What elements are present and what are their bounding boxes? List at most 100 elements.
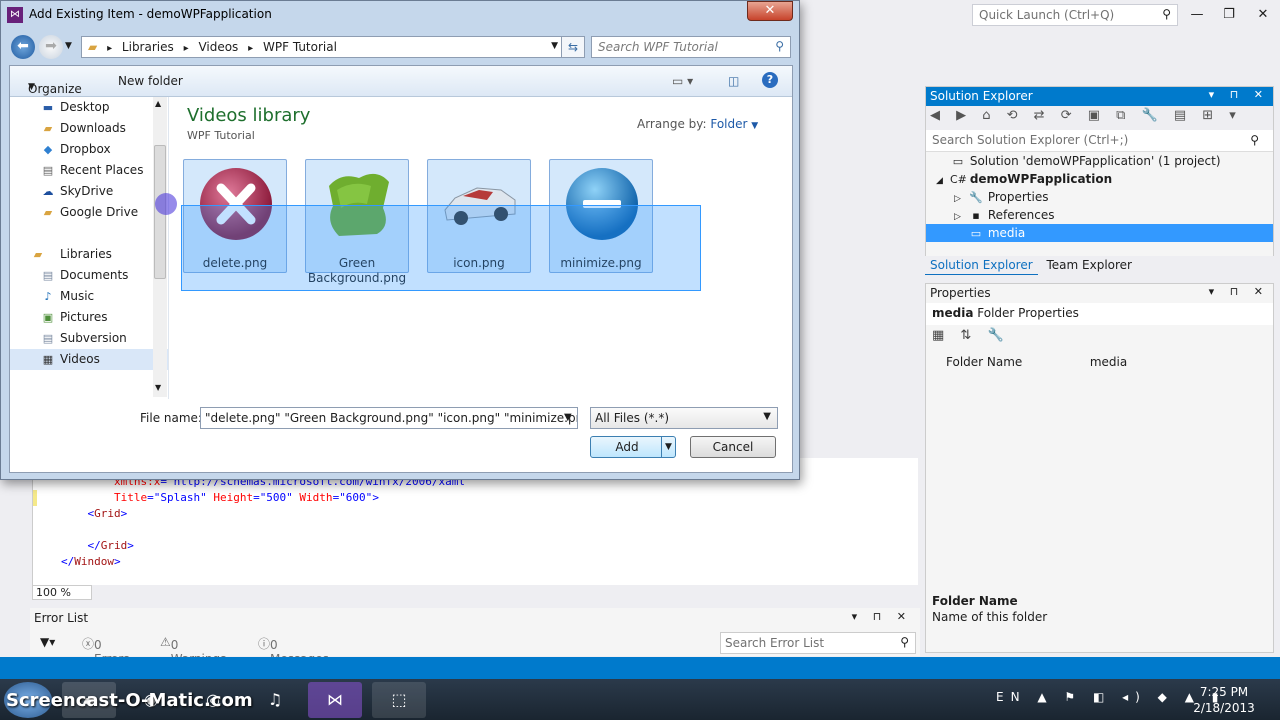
error-list-search[interactable]: Search Error List ⚲ [720, 632, 916, 654]
breadcrumb-videos[interactable]: Videos [198, 40, 238, 54]
file-type-filter[interactable]: All Files (*.*) ▼ [590, 407, 778, 429]
errors-filter-button[interactable]: ⓧ 0 Errors [82, 635, 130, 666]
dialog-search-input[interactable]: Search WPF Tutorial ⚲ [591, 36, 791, 58]
solution-tree-item[interactable]: ▷ 🔧 Properties [926, 188, 1273, 206]
address-bar[interactable]: ▰ ▸ Libraries ▸ Videos ▸ WPF Tutorial ▼ [81, 36, 565, 58]
warnings-filter-button[interactable]: ⚠ 0 Warnings [160, 635, 226, 666]
solution-tree-item[interactable]: ▭ media [926, 224, 1273, 242]
forward-button[interactable]: ➡ [39, 35, 63, 59]
code-line[interactable] [33, 522, 918, 538]
breadcrumb-libraries[interactable]: Libraries [122, 40, 174, 54]
breadcrumb-wpf-tutorial[interactable]: WPF Tutorial [263, 40, 337, 54]
panel-pin-close-buttons[interactable]: ▾ ⊓ ✕ [852, 610, 912, 623]
scroll-up-icon[interactable]: ▲ [155, 99, 161, 108]
zoom-selector[interactable]: 100 % [32, 585, 92, 600]
chevron-down-icon[interactable]: ▼ [564, 412, 572, 423]
google-drive-icon: ▰ [43, 206, 53, 219]
code-token: > [127, 539, 134, 552]
downloads-icon: ▰ [43, 122, 53, 135]
solution-tree-item[interactable]: ◢ C# demoWPFapplication [926, 170, 1273, 188]
recent-locations-dropdown[interactable]: ▼ [65, 41, 72, 51]
chevron-down-icon[interactable]: ▼ [551, 41, 558, 51]
code-token: </ [61, 555, 75, 568]
navigation-scrollbar[interactable]: ▲ ▼ [153, 97, 167, 397]
dialog-title: Add Existing Item - demoWPFapplication [29, 7, 272, 21]
nav-item-dropbox[interactable]: ◆ Dropbox [10, 139, 168, 160]
nav-item-desktop[interactable]: ▬ Desktop [10, 97, 168, 118]
solution-explorer-search[interactable]: Search Solution Explorer (Ctrl+;) ⚲ [926, 130, 1273, 152]
solution-tree-item[interactable]: ▷ ▪ References [926, 206, 1273, 224]
view-options-icon[interactable]: ▭ ▾ [672, 74, 693, 88]
nav-item-subversion[interactable]: ▤ Subversion [10, 328, 168, 349]
code-line[interactable]: <Grid> [33, 506, 918, 522]
property-value: media [1089, 355, 1128, 369]
panel-pin-close-buttons[interactable]: ▾ ⊓ ✕ [1209, 285, 1269, 298]
nav-item-label: Libraries [60, 247, 112, 261]
screencast-taskbar-icon[interactable]: ⬚ [372, 682, 426, 718]
tree-item-label: Properties [987, 190, 1049, 204]
refresh-button[interactable]: ⇆ [561, 36, 585, 58]
organize-label: Organize [28, 82, 82, 96]
preview-pane-icon[interactable]: ◫ [728, 74, 739, 88]
properties-object-selector[interactable]: media Folder Properties [926, 303, 1273, 325]
visual-studio-taskbar-icon[interactable]: ⋈ [308, 682, 362, 718]
back-button[interactable]: ⬅ [11, 35, 35, 59]
solution-explorer-toolbar[interactable]: ◀ ▶ ⌂ ⟲ ⇄ ⟳ ▣ ⧉ 🔧 ▤ ⊞ ▾ [926, 106, 1273, 130]
nav-item-libraries[interactable]: ▰ Libraries [10, 244, 168, 265]
nav-item-google-drive[interactable]: ▰ Google Drive [10, 202, 168, 223]
arrange-by-dropdown[interactable]: Folder ▼ [710, 117, 758, 131]
chevron-down-icon: ▼ [28, 82, 35, 92]
libraries-icon: ▰ [33, 248, 43, 261]
solution-search-placeholder: Search Solution Explorer (Ctrl+;) [932, 133, 1129, 147]
cancel-button[interactable]: Cancel [690, 436, 776, 458]
properties-toolbar[interactable]: ▦ ⇅ 🔧 [926, 325, 1273, 351]
file-name-input[interactable]: "delete.png" "Green Background.png" "ico… [200, 407, 578, 429]
quick-launch-input[interactable]: Quick Launch (Ctrl+Q) ⚲ [972, 4, 1178, 26]
system-clock[interactable]: 7:25 PM 2/18/2013 [1176, 684, 1272, 716]
code-line[interactable]: Title="Splash" Height="500" Width="600"> [33, 490, 918, 506]
file-list-area[interactable]: Videos library WPF Tutorial Arrange by: … [168, 97, 792, 399]
clock-date: 2/18/2013 [1193, 701, 1255, 715]
nav-item-pictures[interactable]: ▣ Pictures [10, 307, 168, 328]
scroll-down-icon[interactable]: ▼ [155, 383, 161, 392]
file-name-label: File name: [140, 411, 202, 425]
nav-item-label: Pictures [60, 310, 108, 324]
code-line[interactable]: </Grid> [33, 538, 918, 554]
messages-filter-button[interactable]: ⓘ 0 Messages [258, 635, 329, 666]
code-line[interactable]: </Window> [33, 554, 918, 570]
arrange-by-label: Arrange by: [637, 117, 707, 131]
add-options-dropdown[interactable]: ▼ [661, 437, 675, 457]
solution-tree-item[interactable]: ▭ Solution 'demoWPFapplication' (1 proje… [926, 152, 1273, 170]
nav-item-skydrive[interactable]: ☁ SkyDrive [10, 181, 168, 202]
add-button[interactable]: Add ▼ [590, 436, 676, 458]
help-icon[interactable]: ? [762, 72, 778, 88]
nav-item-recent-places[interactable]: ▤ Recent Places [10, 160, 168, 181]
new-folder-button[interactable]: New folder [118, 74, 183, 88]
itunes-taskbar-icon[interactable]: ♫ [248, 682, 302, 718]
code-token: Title [61, 491, 148, 504]
nav-item-downloads[interactable]: ▰ Downloads [10, 118, 168, 139]
nav-item-music[interactable]: ♪ Music [10, 286, 168, 307]
solution-explorer-tabs: Solution Explorer Team Explorer [925, 256, 1274, 278]
nav-item-videos[interactable]: ▦ Videos [10, 349, 168, 370]
dialog-close-button[interactable]: ✕ [747, 1, 793, 21]
vs-status-bar [0, 657, 1280, 679]
tab-team-explorer[interactable]: Team Explorer [1042, 256, 1138, 274]
add-existing-item-dialog: ⋈ Add Existing Item - demoWPFapplication… [0, 0, 800, 480]
error-list-title-bar: Error List ▾ ⊓ ✕ [30, 608, 920, 628]
dropbox-icon: ◆ [43, 143, 53, 156]
solution-explorer-title: Solution Explorer [930, 89, 1033, 103]
minimize-window-button[interactable]: — [1182, 4, 1212, 26]
close-window-button[interactable]: ✕ [1248, 4, 1278, 26]
navigation-list: ▬ Desktop ▰ Downloads ◆ Dropbox ▤ Recent Places… [10, 97, 168, 370]
dialog-search-placeholder: Search WPF Tutorial [598, 40, 718, 54]
property-row[interactable]: Folder Name media [926, 351, 1273, 373]
panel-pin-close-buttons[interactable]: ▾ ⊓ ✕ [1209, 88, 1269, 101]
filter-icon[interactable]: ▼▾ [40, 635, 55, 649]
nav-item-documents[interactable]: ▤ Documents [10, 265, 168, 286]
restore-window-button[interactable]: ❐ [1214, 4, 1244, 26]
chevron-right-icon: ▸ [183, 43, 189, 54]
nav-item-label: Subversion [60, 331, 127, 345]
tab-solution-explorer[interactable]: Solution Explorer [925, 256, 1038, 275]
nav-item-label: Music [60, 289, 95, 303]
